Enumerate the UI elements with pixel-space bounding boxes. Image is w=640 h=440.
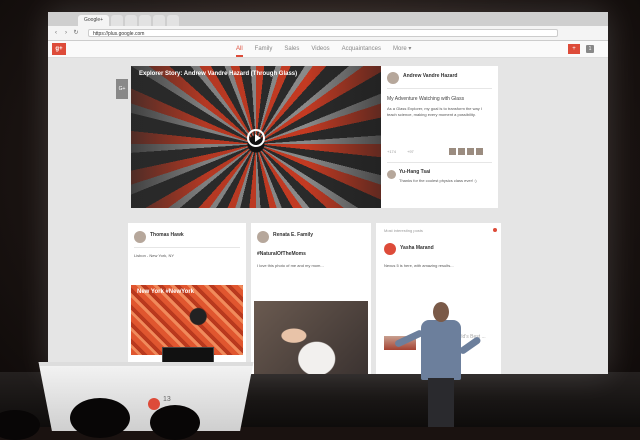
nav-sales[interactable]: Sales bbox=[284, 41, 299, 57]
plus-count[interactable]: +174 bbox=[387, 149, 396, 154]
side-action-button[interactable]: G+ bbox=[116, 79, 128, 99]
card-header: Most interesting posts bbox=[384, 228, 423, 233]
avatar[interactable] bbox=[134, 231, 146, 243]
nav-acquaintances[interactable]: Acquaintances bbox=[342, 41, 381, 57]
browser-tab[interactable] bbox=[167, 15, 180, 26]
audience-head bbox=[0, 410, 40, 440]
post-author[interactable]: Yasha Marand bbox=[400, 245, 434, 251]
post-author[interactable]: Thomas Hawk bbox=[150, 232, 184, 238]
podium bbox=[38, 362, 254, 431]
browser-tab[interactable] bbox=[153, 15, 166, 26]
commenter-avatar[interactable] bbox=[387, 170, 396, 179]
presenter-head bbox=[433, 302, 449, 322]
nav-more[interactable]: More ▾ bbox=[393, 41, 411, 57]
play-icon[interactable] bbox=[247, 129, 265, 147]
address-bar: ‹ › ↻ https://plus.google.com bbox=[48, 26, 608, 41]
nav-family[interactable]: Family bbox=[255, 41, 273, 57]
post-image[interactable] bbox=[254, 301, 368, 374]
browser-tab[interactable] bbox=[139, 15, 152, 26]
podium-number: 13 bbox=[163, 396, 171, 403]
post-image[interactable]: New York #NewYork bbox=[131, 285, 243, 355]
gplus-toolbar: g+ All Family Sales Videos Acquaintances… bbox=[48, 41, 608, 58]
post-card[interactable]: Renata E. Family #NaturalOfTheMoms I lov… bbox=[251, 223, 371, 374]
browser-tab[interactable] bbox=[125, 15, 138, 26]
stream: G+ Explorer Story: Andrew Vandre Hazard … bbox=[48, 58, 608, 374]
post-body: Nexus 5 is here, with amazing results... bbox=[384, 263, 454, 268]
avatar[interactable] bbox=[387, 72, 399, 84]
browser-tabbar: Google+ bbox=[48, 12, 608, 26]
reload-icon[interactable]: ↻ bbox=[72, 29, 80, 37]
nav-all[interactable]: All bbox=[236, 41, 243, 57]
comment-body: Thanks for the coolest physics class eve… bbox=[399, 178, 477, 183]
post-title: My Adventure Watching with Glass bbox=[387, 96, 465, 102]
back-icon[interactable]: ‹ bbox=[52, 29, 60, 37]
post-body: As a Glass Explorer, my goal is to trans… bbox=[387, 106, 482, 117]
post-body: I love this photo of me and my mom... bbox=[257, 263, 324, 268]
gplus-dot-icon bbox=[493, 228, 497, 232]
share-button[interactable]: + bbox=[568, 44, 580, 54]
forward-icon[interactable]: › bbox=[62, 29, 70, 37]
avatar[interactable] bbox=[257, 231, 269, 243]
presenter-legs bbox=[428, 378, 454, 427]
notification-badge[interactable]: 1 bbox=[586, 45, 594, 53]
url-field[interactable]: https://plus.google.com bbox=[88, 29, 558, 37]
avatar[interactable] bbox=[384, 243, 396, 255]
browser-tab[interactable]: Google+ bbox=[78, 15, 110, 26]
comment-author[interactable]: Yu-Hang Tsai bbox=[399, 169, 430, 175]
audience-head bbox=[150, 405, 200, 440]
post-author[interactable]: Renata E. Family bbox=[273, 232, 313, 238]
audience-head bbox=[70, 398, 130, 438]
post-location: Lisbon - New York, NY bbox=[134, 253, 175, 258]
image-caption: New York #NewYork bbox=[137, 289, 195, 295]
sharer-avatars bbox=[449, 148, 483, 155]
projection-screen: Google+ ‹ › ↻ https://plus.google.com g+… bbox=[48, 12, 608, 374]
share-count[interactable]: +97 bbox=[407, 149, 414, 154]
post-author[interactable]: Andrew Vandre Hazard bbox=[403, 73, 457, 79]
browser-tab[interactable] bbox=[111, 15, 124, 26]
hashtag[interactable]: #NaturalOfTheMoms bbox=[257, 251, 306, 257]
presenter bbox=[421, 320, 461, 380]
featured-post-details: Andrew Vandre Hazard My Adventure Watchi… bbox=[381, 66, 498, 208]
featured-title: Explorer Story: Andrew Vandre Hazard (Th… bbox=[139, 71, 298, 77]
stream-filter-nav: All Family Sales Videos Acquaintances Mo… bbox=[236, 41, 411, 57]
nav-videos[interactable]: Videos bbox=[311, 41, 329, 57]
featured-post[interactable]: Explorer Story: Andrew Vandre Hazard (Th… bbox=[131, 66, 381, 208]
gplus-logo[interactable]: g+ bbox=[52, 43, 66, 55]
